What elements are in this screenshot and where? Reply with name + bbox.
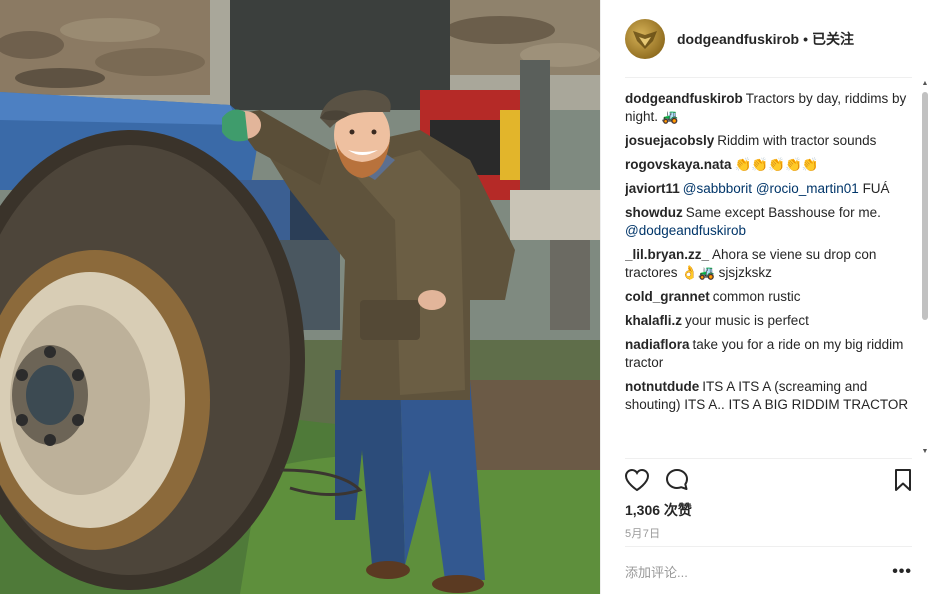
comment-input-divider — [625, 546, 912, 547]
more-options-button[interactable]: ••• — [892, 562, 912, 582]
comment-author[interactable]: dodgeandfuskirob — [625, 91, 743, 106]
comment-mention[interactable]: @dodgeandfuskirob — [625, 223, 746, 238]
comment-author[interactable]: cold_grannet — [625, 289, 710, 304]
comments-scrollbar[interactable]: ▲ ▼ — [920, 80, 930, 456]
comment-mention[interactable]: @rocio_martin01 — [756, 181, 859, 196]
add-comment-input[interactable] — [625, 560, 875, 584]
comment-item: dodgeandfuskirob Tractors by day, riddims… — [625, 90, 913, 126]
comment-item: josuejacobsly Riddim with tractor sounds — [625, 132, 913, 150]
comment-item: showduz Same except Basshouse for me. @do… — [625, 204, 913, 240]
comment-text: Riddim with tractor sounds — [717, 133, 877, 148]
actions-divider — [625, 458, 912, 459]
post-author-username[interactable]: dodgeandfuskirob — [677, 31, 799, 47]
following-button[interactable]: 已关注 — [812, 29, 854, 49]
comment-button[interactable] — [663, 466, 691, 494]
comment-item: javiort11 @sabbborit @rocio_martin01 FUÁ — [625, 180, 913, 198]
comment-item: cold_grannet common rustic — [625, 288, 913, 306]
heart-icon — [624, 468, 650, 492]
avatar[interactable] — [625, 19, 665, 59]
save-button[interactable] — [889, 466, 917, 494]
post-photo[interactable] — [0, 0, 600, 594]
comment-author[interactable]: nadiaflora — [625, 337, 690, 352]
likes-count[interactable]: 1,306 次赞 — [625, 500, 692, 520]
comments-list[interactable]: dodgeandfuskirob Tractors by day, riddims… — [625, 90, 913, 454]
tractor-photo — [0, 0, 600, 594]
scroll-thumb[interactable] — [922, 92, 928, 320]
speech-bubble-icon — [666, 469, 688, 490]
scroll-up-arrow-icon[interactable]: ▲ — [921, 80, 929, 88]
comment-author[interactable]: notnutdude — [625, 379, 699, 394]
comment-item: notnutdude ITS A ITS A (screaming and sho… — [625, 378, 913, 414]
comment-author[interactable]: rogovskaya.nata — [625, 157, 732, 172]
comment-text: common rustic — [712, 289, 801, 304]
comment-item: rogovskaya.nata 👏👏👏👏👏 — [625, 156, 913, 174]
comment-author[interactable]: khalafli.z — [625, 313, 682, 328]
comment-mention[interactable]: @sabbborit — [683, 181, 752, 196]
gold-emblem-icon — [633, 31, 657, 49]
like-button[interactable] — [623, 466, 651, 494]
comment-text: FUÁ — [858, 181, 890, 196]
comment-item: _lil.bryan.zz_ Ahora se viene su drop con… — [625, 246, 913, 282]
comment-author[interactable]: josuejacobsly — [625, 133, 714, 148]
comment-author[interactable]: javiort11 — [625, 181, 680, 196]
post-header: dodgeandfuskirob • 已关注 — [601, 0, 930, 78]
post-sidebar: dodgeandfuskirob • 已关注 dodgeandfuskirob T… — [600, 0, 930, 594]
comment-text: Same except Basshouse for me. — [685, 205, 881, 220]
comment-text: your music is perfect — [685, 313, 809, 328]
comment-author[interactable]: showduz — [625, 205, 683, 220]
comment-item: nadiaflora take you for a ride on my big … — [625, 336, 913, 372]
comment-text: 👏👏👏👏👏 — [734, 157, 819, 172]
header-divider — [625, 77, 912, 78]
comment-item: khalafli.z your music is perfect — [625, 312, 913, 330]
bookmark-icon — [895, 469, 911, 491]
scroll-down-arrow-icon[interactable]: ▼ — [921, 448, 929, 456]
comment-author[interactable]: _lil.bryan.zz_ — [625, 247, 709, 262]
post-date[interactable]: 5月7日 — [625, 525, 660, 541]
header-separator: • — [803, 31, 809, 47]
post-actions — [623, 466, 917, 494]
